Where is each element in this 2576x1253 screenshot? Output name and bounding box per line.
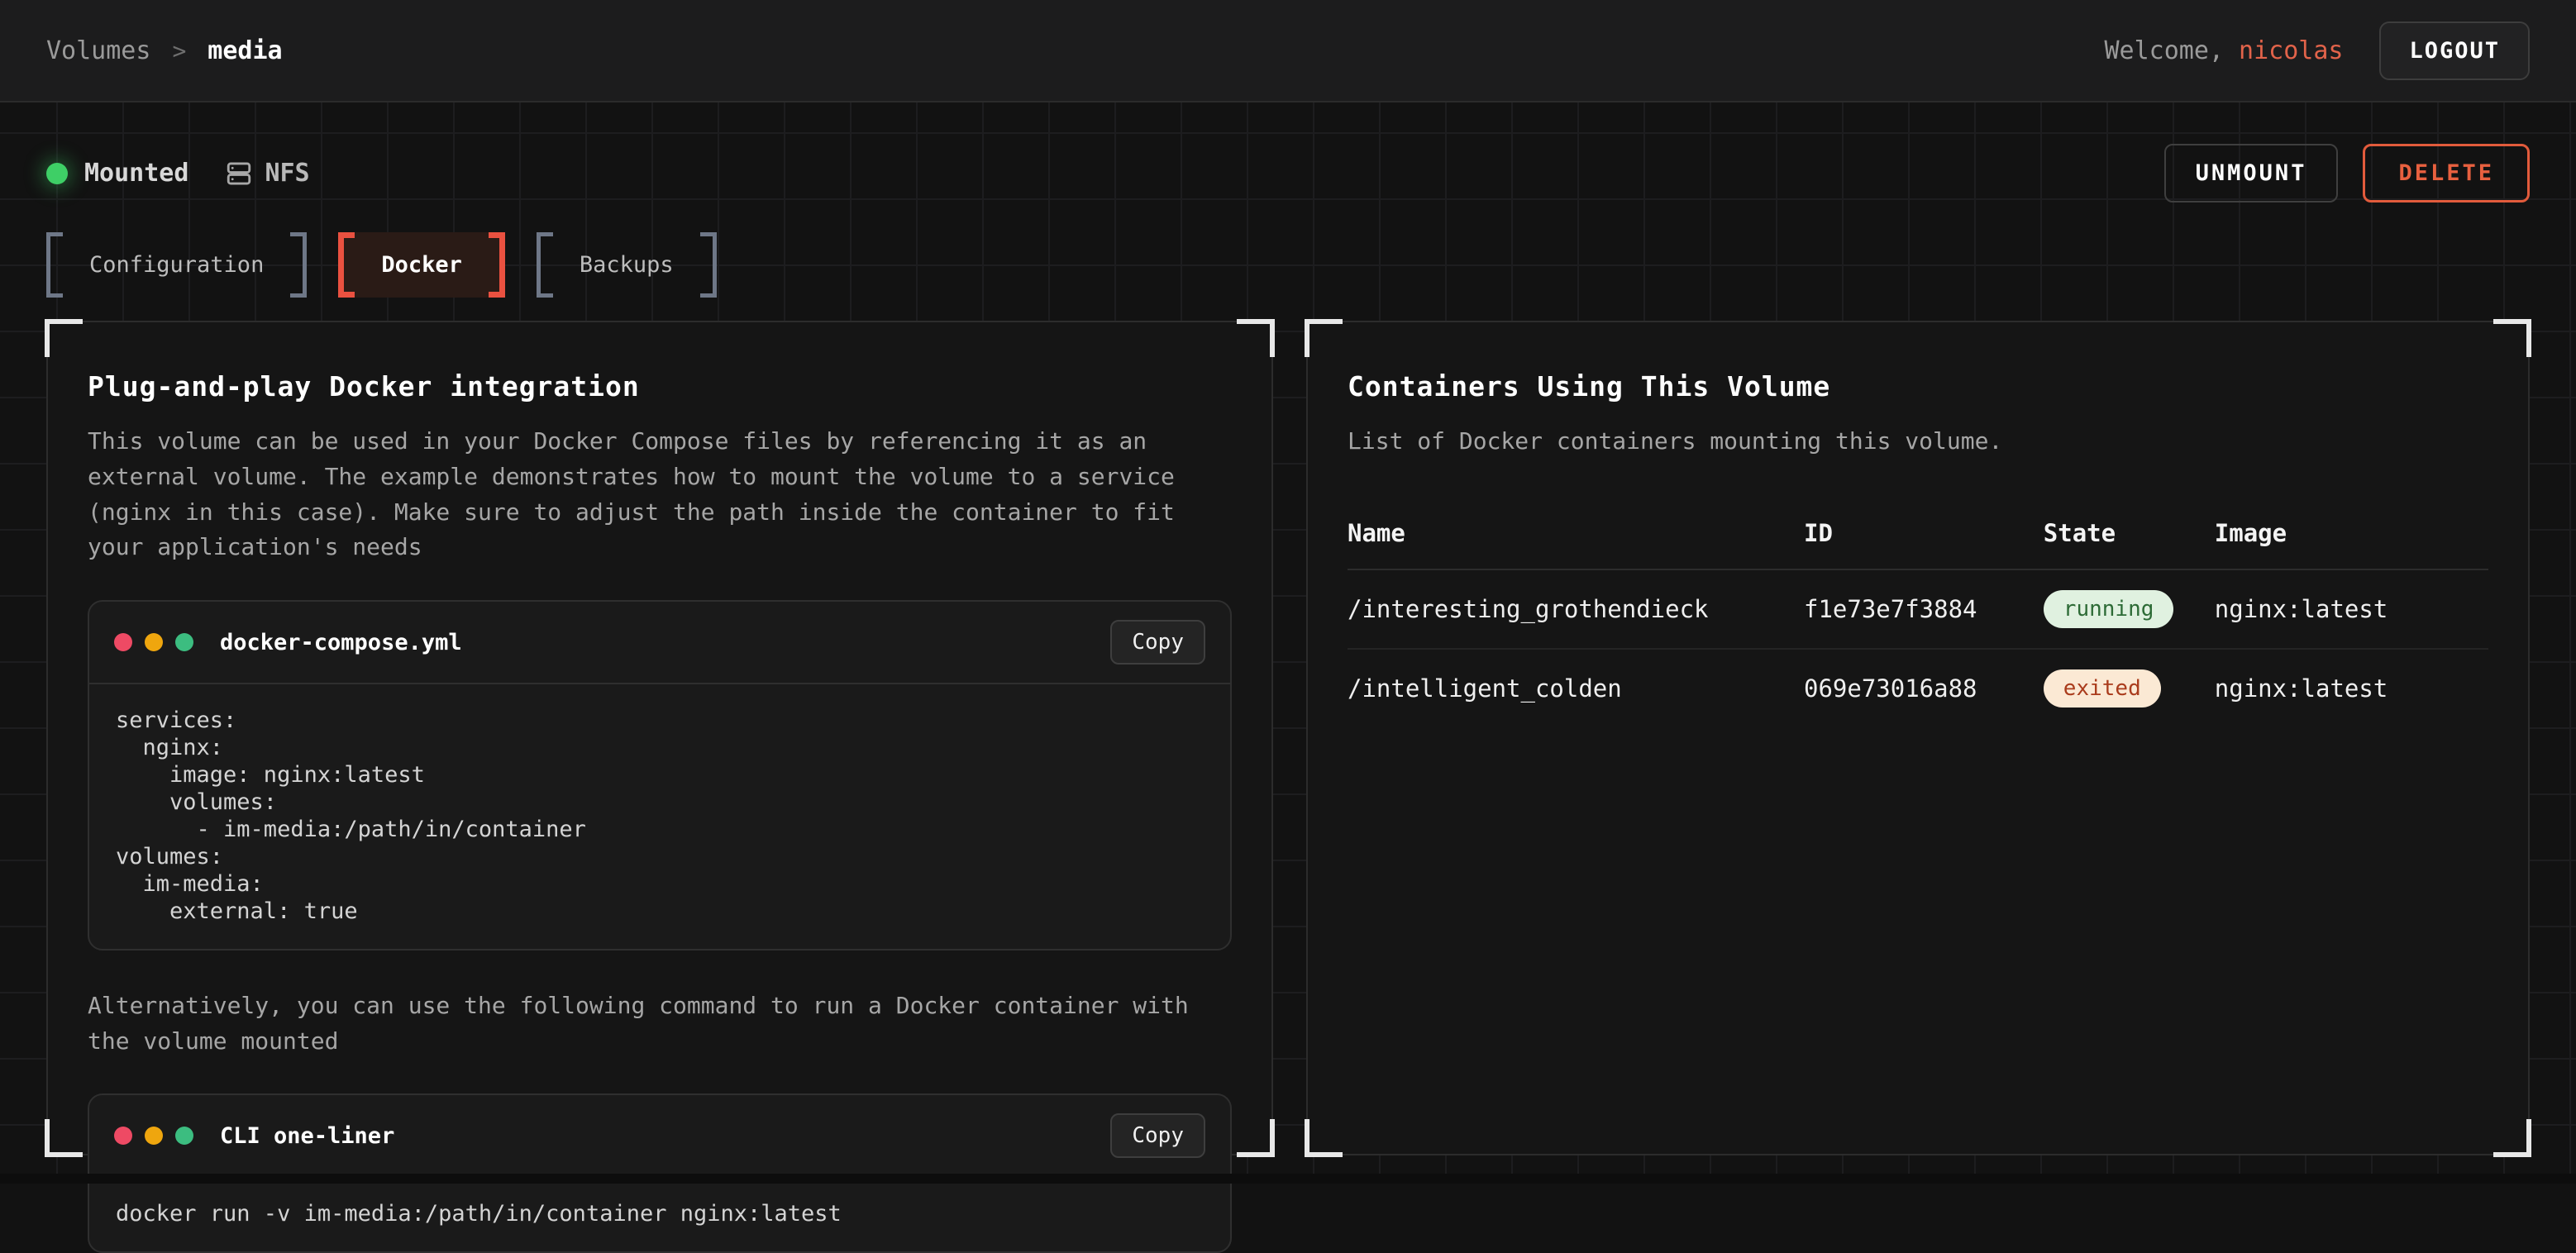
- cli-title: CLI one-liner: [220, 1123, 394, 1149]
- compose-code-body: services: nginx: image: nginx:latest vol…: [89, 684, 1230, 949]
- cli-code-header: CLI one-liner Copy: [89, 1095, 1230, 1178]
- header-right: Welcome, nicolas LOGOUT: [2104, 21, 2530, 80]
- cli-code-body: docker run -v im-media:/path/in/containe…: [89, 1178, 1230, 1251]
- username: nicolas: [2239, 36, 2343, 65]
- container-image: nginx:latest: [2215, 569, 2488, 649]
- containers-panel-title: Containers Using This Volume: [1348, 370, 2488, 403]
- table-row: /interesting_grothendieck f1e73e7f3884 r…: [1348, 569, 2488, 649]
- welcome-prefix: Welcome,: [2104, 36, 2239, 65]
- containers-panel-subtitle: List of Docker containers mounting this …: [1348, 424, 2488, 460]
- compose-code: services: nginx: image: nginx:latest vol…: [116, 707, 1204, 926]
- panel-corner-mark: [2493, 1119, 2531, 1157]
- welcome-text: Welcome, nicolas: [2104, 36, 2343, 65]
- column-header-id: ID: [1804, 503, 2044, 569]
- bracket-left-icon: [46, 232, 63, 298]
- tab-configuration-label: Configuration: [89, 252, 264, 278]
- traffic-red-icon: [114, 633, 132, 651]
- column-header-state: State: [2044, 503, 2215, 569]
- panel-corner-mark: [1305, 1119, 1343, 1157]
- mounted-label: Mounted: [84, 159, 188, 188]
- containers-table-header-row: Name ID State Image: [1348, 503, 2488, 569]
- panel-corner-mark: [45, 319, 83, 357]
- breadcrumb-current-volume: media: [208, 36, 282, 65]
- container-id: 069e73016a88: [1804, 649, 2044, 727]
- footer-strip: [0, 1174, 2576, 1184]
- traffic-light-icons: [114, 633, 193, 651]
- logout-button[interactable]: LOGOUT: [2379, 21, 2530, 80]
- bracket-right-icon: [290, 232, 307, 298]
- volume-status: Mounted NFS: [46, 159, 310, 188]
- bracket-left-icon: [338, 232, 355, 298]
- traffic-yellow-icon: [145, 1127, 163, 1145]
- status-row: Mounted NFS UNMOUNT DELETE: [46, 102, 2530, 202]
- containers-panel: Containers Using This Volume List of Doc…: [1306, 321, 2530, 1155]
- tab-docker[interactable]: Docker: [338, 232, 505, 298]
- traffic-green-icon: [175, 633, 193, 651]
- tab-bar: Configuration Docker Backups: [46, 232, 2530, 298]
- compose-copy-button[interactable]: Copy: [1110, 620, 1205, 665]
- column-header-image: Image: [2215, 503, 2488, 569]
- traffic-yellow-icon: [145, 633, 163, 651]
- mounted-status: Mounted: [46, 159, 188, 188]
- main-content: Mounted NFS UNMOUNT DELETE: [0, 102, 2576, 1184]
- tab-configuration[interactable]: Configuration: [46, 232, 307, 298]
- traffic-light-icons: [114, 1127, 193, 1145]
- bracket-left-icon: [537, 232, 553, 298]
- driver-status: NFS: [225, 159, 309, 188]
- traffic-red-icon: [114, 1127, 132, 1145]
- server-icon: [225, 160, 253, 188]
- breadcrumb-volumes-link[interactable]: Volumes: [46, 36, 150, 65]
- top-bar: Volumes > media Welcome, nicolas LOGOUT: [0, 0, 2576, 102]
- panel-corner-mark: [1305, 319, 1343, 357]
- panel-corner-mark: [1237, 1119, 1275, 1157]
- status-badge: running: [2044, 590, 2174, 628]
- container-name: /intelligent_colden: [1348, 649, 1804, 727]
- docker-integration-panel: Plug-and-play Docker integration This vo…: [46, 321, 1273, 1155]
- cli-code: docker run -v im-media:/path/in/containe…: [116, 1201, 1204, 1228]
- container-id: f1e73e7f3884: [1804, 569, 2044, 649]
- panel-corner-mark: [2493, 319, 2531, 357]
- breadcrumb-separator-icon: >: [172, 37, 186, 64]
- volume-actions: UNMOUNT DELETE: [2164, 144, 2530, 202]
- compose-code-header: docker-compose.yml Copy: [89, 602, 1230, 684]
- bracket-right-icon: [489, 232, 505, 298]
- container-name: /interesting_grothendieck: [1348, 569, 1804, 649]
- column-header-name: Name: [1348, 503, 1804, 569]
- containers-table: Name ID State Image /interesting_grothen…: [1348, 503, 2488, 727]
- cli-intro-text: Alternatively, you can use the following…: [88, 989, 1232, 1060]
- traffic-green-icon: [175, 1127, 193, 1145]
- compose-code-card: docker-compose.yml Copy services: nginx:…: [88, 600, 1232, 950]
- cli-copy-button[interactable]: Copy: [1110, 1113, 1205, 1158]
- table-row: /intelligent_colden 069e73016a88 exited …: [1348, 649, 2488, 727]
- mounted-indicator-dot: [46, 163, 68, 184]
- docker-panel-description: This volume can be used in your Docker C…: [88, 424, 1232, 565]
- bracket-right-icon: [700, 232, 717, 298]
- tab-docker-label: Docker: [381, 252, 462, 278]
- breadcrumb: Volumes > media: [46, 36, 283, 65]
- panels-row: Plug-and-play Docker integration This vo…: [46, 321, 2530, 1155]
- compose-filename: docker-compose.yml: [220, 630, 462, 655]
- panel-corner-mark: [1237, 319, 1275, 357]
- delete-button[interactable]: DELETE: [2363, 144, 2530, 202]
- container-image: nginx:latest: [2215, 649, 2488, 727]
- driver-label: NFS: [265, 159, 309, 188]
- status-badge: exited: [2044, 669, 2161, 707]
- docker-panel-title: Plug-and-play Docker integration: [88, 370, 1232, 403]
- tab-backups[interactable]: Backups: [537, 232, 717, 298]
- unmount-button[interactable]: UNMOUNT: [2164, 144, 2339, 202]
- tab-backups-label: Backups: [580, 252, 674, 278]
- panel-corner-mark: [45, 1119, 83, 1157]
